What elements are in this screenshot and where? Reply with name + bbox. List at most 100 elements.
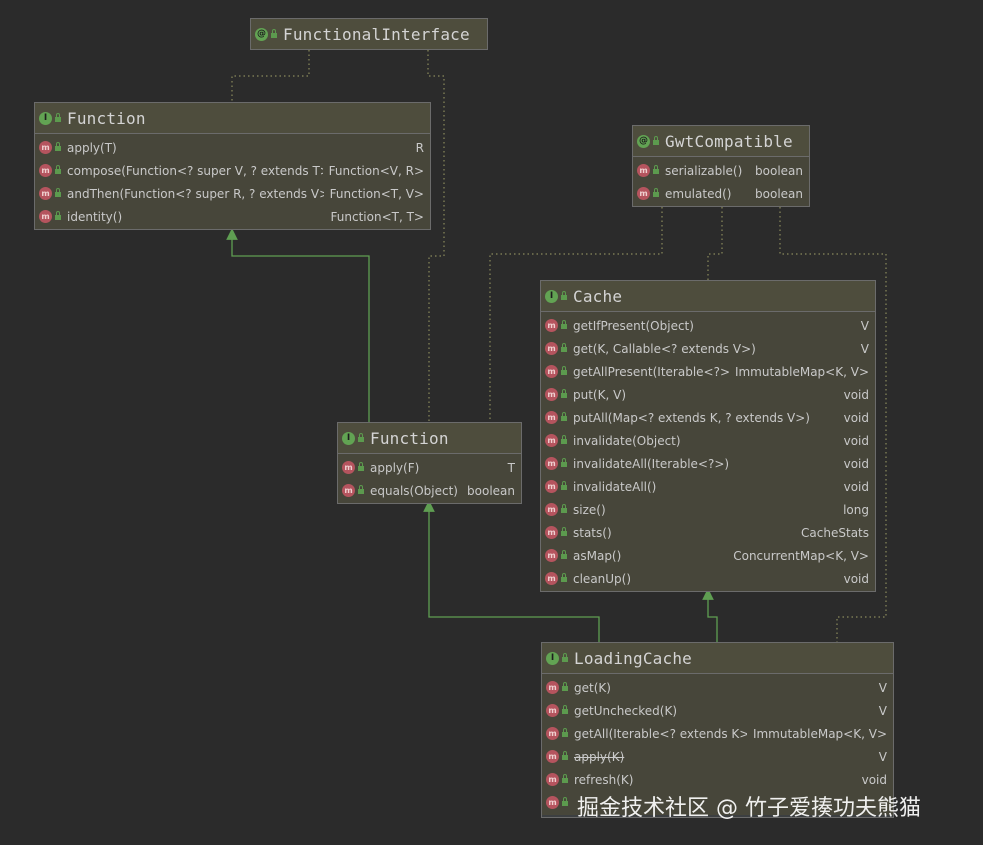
member-row[interactable]: m getUnchecked(K) V — [542, 699, 893, 722]
method-icon: m — [545, 388, 558, 401]
member-type: V — [878, 703, 887, 718]
member-name: andThen(Function<? super R, ? extends V>… — [67, 186, 324, 201]
member-row[interactable]: m serializable() boolean — [633, 159, 809, 182]
member-name: asMap() — [573, 548, 622, 563]
annotation-link-functional-to-function-top — [231, 50, 310, 102]
member-row[interactable]: m emulated() boolean — [633, 182, 809, 205]
loading-cache-title: LoadingCache — [574, 648, 692, 668]
cache-box[interactable]: I Cache m getIfPresent(Object) V m get(K, C… — [540, 280, 876, 592]
member-row[interactable]: m asMap() ConcurrentMap<K, V> — [541, 544, 875, 567]
member-row[interactable]: m andThen(Function<? super R, ? extends V… — [35, 182, 430, 205]
functional-interface-header: @ FunctionalInterface — [251, 19, 487, 49]
member-name: invalidateAll(Iterable<?>) — [573, 456, 730, 471]
public-lock-icon — [562, 682, 568, 691]
method-icon: m — [545, 434, 558, 447]
cache-title: Cache — [573, 286, 623, 306]
member-type: void — [843, 433, 869, 448]
member-name: get(K, Callable<? extends V>) — [573, 341, 756, 356]
public-lock-icon — [561, 290, 567, 300]
method-icon: m — [545, 457, 558, 470]
interface-icon: I — [546, 651, 559, 665]
member-row[interactable]: m getAll(Iterable<? extends K>) ImmutableM… — [542, 722, 893, 745]
method-icon: m — [39, 210, 52, 223]
function-top-header: I Function — [35, 103, 430, 134]
method-icon: m — [545, 319, 558, 332]
cache-members: m getIfPresent(Object) V m get(K, Callable<… — [541, 312, 875, 591]
member-row[interactable]: m refresh(K) void — [542, 768, 893, 791]
annotation-icon: @ — [637, 134, 650, 148]
member-row[interactable]: m put(K, V) void — [541, 383, 875, 406]
public-lock-icon — [562, 728, 568, 737]
member-row[interactable]: m apply(T) R — [35, 136, 430, 159]
member-type: Function<T, T> — [330, 209, 424, 224]
member-type: void — [843, 456, 869, 471]
member-type: void — [843, 479, 869, 494]
interface-icon: I — [545, 289, 558, 303]
function-top-box[interactable]: I Function m apply(T) R m compose(Function<… — [34, 102, 431, 230]
member-row[interactable]: m apply(F) T — [338, 456, 521, 479]
member-type: Function<V, R> — [328, 163, 424, 178]
member-row[interactable]: m cleanUp() void — [541, 567, 875, 590]
method-icon: m — [637, 187, 650, 200]
member-name: cleanUp() — [573, 571, 632, 586]
gwt-compatible-box[interactable]: @ GwtCompatible m serializable() boolean m… — [632, 125, 810, 207]
public-lock-icon — [562, 652, 568, 662]
member-row[interactable]: m getIfPresent(Object) V — [541, 314, 875, 337]
public-lock-icon — [562, 705, 568, 714]
member-row[interactable]: m get(K, Callable<? extends V>) V — [541, 337, 875, 360]
method-icon: m — [546, 773, 559, 786]
public-lock-icon — [55, 142, 61, 151]
member-row[interactable]: m get(K) V — [542, 676, 893, 699]
method-icon: m — [546, 796, 559, 809]
member-name: emulated() — [665, 186, 732, 201]
public-lock-icon — [653, 188, 659, 197]
member-name: compose(Function<? super V, ? extends T>… — [67, 163, 323, 178]
member-type: V — [860, 341, 869, 356]
public-lock-icon — [562, 774, 568, 783]
member-type: V — [860, 318, 869, 333]
member-row[interactable]: m size() long — [541, 498, 875, 521]
annotation-icon: @ — [255, 27, 268, 41]
function-mid-title: Function — [370, 428, 449, 448]
member-name: putAll(Map<? extends K, ? extends V>) — [573, 410, 810, 425]
member-row-deprecated[interactable]: m apply(K) V — [542, 745, 893, 768]
member-name: apply(F) — [370, 460, 420, 475]
member-type: Function<T, V> — [329, 186, 424, 201]
member-row[interactable]: m stats() CacheStats — [541, 521, 875, 544]
public-lock-icon — [561, 573, 567, 582]
method-icon: m — [545, 342, 558, 355]
method-icon: m — [545, 526, 558, 539]
method-icon: m — [545, 549, 558, 562]
member-type: void — [843, 387, 869, 402]
interface-icon: I — [39, 111, 52, 125]
member-type: CacheStats — [801, 525, 869, 540]
member-type: boolean — [755, 163, 803, 178]
functional-interface-box[interactable]: @ FunctionalInterface — [250, 18, 488, 50]
member-name: getUnchecked(K) — [574, 703, 678, 718]
member-type: void — [843, 571, 869, 586]
member-type: void — [843, 410, 869, 425]
member-type: R — [415, 140, 424, 155]
member-row[interactable]: m identity() Function<T, T> — [35, 205, 430, 228]
member-row[interactable]: m invalidateAll(Iterable<?>) void — [541, 452, 875, 475]
function-mid-box[interactable]: I Function m apply(F) T m equals(Object) boo… — [337, 422, 522, 504]
member-row[interactable]: m getAllPresent(Iterable<?>) ImmutableMap<… — [541, 360, 875, 383]
member-row[interactable]: m equals(Object) boolean — [338, 479, 521, 502]
function-mid-header: I Function — [338, 423, 521, 454]
method-icon: m — [39, 187, 52, 200]
interface-icon: I — [342, 431, 355, 445]
member-row[interactable]: m putAll(Map<? extends K, ? extends V>) vo… — [541, 406, 875, 429]
member-name: invalidateAll() — [573, 479, 657, 494]
member-row[interactable]: m compose(Function<? super V, ? extends T… — [35, 159, 430, 182]
public-lock-icon — [653, 165, 659, 174]
public-lock-icon — [561, 435, 567, 444]
functional-interface-title: FunctionalInterface — [283, 24, 470, 44]
member-name: apply(K) — [574, 749, 625, 764]
method-icon: m — [39, 164, 52, 177]
public-lock-icon — [271, 28, 277, 38]
public-lock-icon — [358, 462, 364, 471]
public-lock-icon — [358, 485, 364, 494]
member-row[interactable]: m invalidate(Object) void — [541, 429, 875, 452]
member-row[interactable]: m invalidateAll() void — [541, 475, 875, 498]
member-name: getAll(Iterable<? extends K>) — [574, 726, 747, 741]
